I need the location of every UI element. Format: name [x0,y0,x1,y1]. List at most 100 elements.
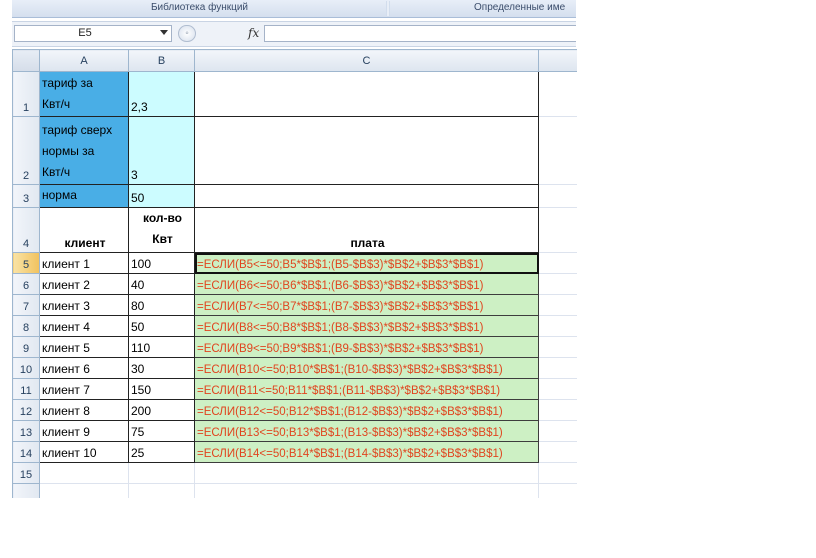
select-all-corner[interactable] [12,49,40,72]
cell-c9[interactable]: =ЕСЛИ(B9<=50;B9*$B$1;(B9-$B$3)*$B$2+$B$3… [194,336,539,358]
cell-c7[interactable]: =ЕСЛИ(B7<=50;B7*$B$1;(B7-$B$3)*$B$2+$B$3… [194,294,539,316]
cell-a13[interactable]: клиент 9 [39,420,129,442]
cell-a16[interactable] [39,483,129,498]
cell-d3[interactable] [538,184,577,208]
cell-c6[interactable]: =ЕСЛИ(B6<=50;B6*$B$1;(B6-$B$3)*$B$2+$B$3… [194,273,539,295]
cell-d8[interactable] [538,315,577,337]
column-header-b[interactable]: B [128,49,195,72]
cell-a7[interactable]: клиент 3 [39,294,129,316]
row-header[interactable] [12,483,40,498]
cell-c14[interactable]: =ЕСЛИ(B14<=50;B14*$B$1;(B14-$B$3)*$B$2+$… [194,441,539,463]
cell-a4[interactable]: клиент [39,207,129,253]
cell-c1[interactable] [194,71,539,117]
cell-b3[interactable]: 50 [128,184,195,208]
name-box[interactable]: E5 [14,25,172,42]
cell-c12[interactable]: =ЕСЛИ(B12<=50;B12*$B$1;(B12-$B$3)*$B$2+$… [194,399,539,421]
row-header[interactable]: 10 [12,357,40,379]
cell-d5[interactable] [538,252,577,274]
cell-d16[interactable] [538,483,577,498]
chevron-down-icon[interactable] [160,30,168,35]
cell-b16[interactable] [128,483,195,498]
cell-c11[interactable]: =ЕСЛИ(B11<=50;B11*$B$1;(B11-$B$3)*$B$2+$… [194,378,539,400]
cell-b10[interactable]: 30 [128,357,195,379]
cell-b7[interactable]: 80 [128,294,195,316]
cell-d14[interactable] [538,441,577,463]
row-header[interactable]: 1 [12,71,40,117]
insert-function-icon[interactable]: fx [248,26,259,40]
column-header-a[interactable]: A [39,49,129,72]
cell-a2[interactable]: тариф сверх нормы за Квт/ч [39,116,129,185]
cell-c4[interactable]: плата [194,207,539,253]
cell-b15[interactable] [128,462,195,484]
cell-b12[interactable]: 200 [128,399,195,421]
cell-b4-text: кол-во Квт [142,211,183,246]
ribbon-group-defined-names[interactable]: Определенные име [390,1,576,15]
cell-a3[interactable]: норма [39,184,129,208]
cell-c13[interactable]: =ЕСЛИ(B13<=50;B13*$B$1;(B13-$B$3)*$B$2+$… [194,420,539,442]
cell-a10[interactable]: клиент 6 [39,357,129,379]
cell-a8[interactable]: клиент 4 [39,315,129,337]
cell-c8[interactable]: =ЕСЛИ(B8<=50;B8*$B$1;(B8-$B$3)*$B$2+$B$3… [194,315,539,337]
cell-d15[interactable] [538,462,577,484]
cell-d11[interactable] [538,378,577,400]
cell-d1[interactable] [538,71,577,117]
row-header[interactable]: 11 [12,378,40,400]
cell-a5[interactable]: клиент 1 [39,252,129,274]
row-header[interactable]: 3 [12,184,40,208]
formula-bar: E5 ◦ fx [12,21,576,47]
row-header[interactable]: 7 [12,294,40,316]
cell-a12[interactable]: клиент 8 [39,399,129,421]
formula-input[interactable] [264,25,576,42]
cell-d7[interactable] [538,294,577,316]
cell-a6[interactable]: клиент 2 [39,273,129,295]
cell-d13[interactable] [538,420,577,442]
spreadsheet-grid: A B C 1 тариф за Квт/ч 2,3 2 тариф сверх… [12,49,577,498]
cell-b13[interactable]: 75 [128,420,195,442]
table-row: 5 клиент 1 100 =ЕСЛИ(B5<=50;B5*$B$1;(B5-… [12,252,577,274]
cell-c15[interactable] [194,462,539,484]
row-header[interactable]: 15 [12,462,40,484]
column-header-c[interactable]: C [194,49,539,72]
cell-b8[interactable]: 50 [128,315,195,337]
cell-b14[interactable]: 25 [128,441,195,463]
cell-a1[interactable]: тариф за Квт/ч [39,71,129,117]
cell-b11[interactable]: 150 [128,378,195,400]
row-header[interactable]: 6 [12,273,40,295]
cell-c10[interactable]: =ЕСЛИ(B10<=50;B10*$B$1;(B10-$B$3)*$B$2+$… [194,357,539,379]
cell-d9[interactable] [538,336,577,358]
cell-b9[interactable]: 110 [128,336,195,358]
cell-d12[interactable] [538,399,577,421]
cell-b2[interactable]: 3 [128,116,195,185]
cell-d10[interactable] [538,357,577,379]
table-row: 3 норма 50 [12,184,577,208]
cell-d6[interactable] [538,273,577,295]
row-header[interactable]: 9 [12,336,40,358]
column-header-row: A B C [12,49,577,72]
cell-b6[interactable]: 40 [128,273,195,295]
row-header[interactable]: 14 [12,441,40,463]
row-header[interactable]: 8 [12,315,40,337]
row-header[interactable]: 2 [12,116,40,185]
cell-a14[interactable]: клиент 10 [39,441,129,463]
cell-a9[interactable]: клиент 5 [39,336,129,358]
cell-b5[interactable]: 100 [128,252,195,274]
row-header[interactable]: 13 [12,420,40,442]
name-box-value: E5 [78,27,92,39]
cell-c2[interactable] [194,116,539,185]
cell-c16[interactable] [194,483,539,498]
cell-b1[interactable]: 2,3 [128,71,195,117]
row-header[interactable]: 12 [12,399,40,421]
cell-c3[interactable] [194,184,539,208]
cell-b4[interactable]: кол-во Квт [128,207,195,253]
ribbon-group-function-library[interactable]: Библиотека функций [12,1,387,15]
cell-d2[interactable] [538,116,577,185]
cell-a15[interactable] [39,462,129,484]
row-header[interactable]: 5 [12,252,40,274]
cell-d4[interactable] [538,207,577,253]
cell-a11[interactable]: клиент 7 [39,378,129,400]
row-header[interactable]: 4 [12,207,40,253]
table-row: 12 клиент 8 200 =ЕСЛИ(B12<=50;B12*$B$1;(… [12,399,577,421]
formula-expand-icon[interactable]: ◦ [178,25,196,42]
column-header-d[interactable] [538,49,577,72]
cell-c5[interactable]: =ЕСЛИ(B5<=50;B5*$B$1;(B5-$B$3)*$B$2+$B$3… [194,252,539,274]
